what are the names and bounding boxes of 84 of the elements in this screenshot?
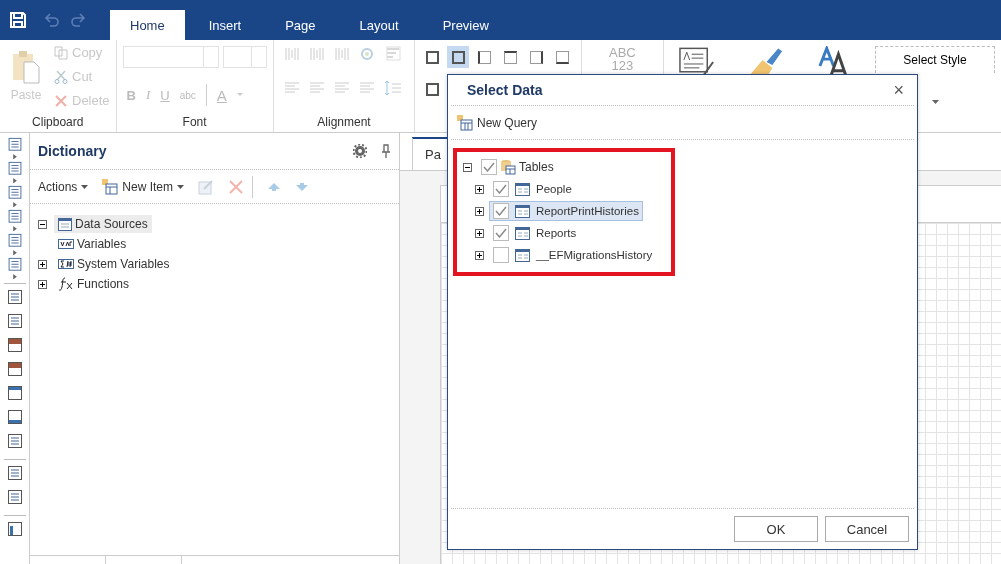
expander-icon[interactable] — [475, 250, 484, 260]
tree-item[interactable]: ReportPrintHistories — [489, 201, 643, 221]
expander-icon[interactable] — [475, 228, 484, 238]
component-icon[interactable] — [6, 489, 23, 505]
expander-icon[interactable] — [463, 162, 472, 172]
expand-arrow-icon[interactable] — [12, 201, 17, 207]
expander-icon[interactable] — [475, 206, 484, 216]
menu-tab[interactable]: Layout — [339, 10, 419, 40]
table-icon — [58, 217, 72, 231]
table-icon — [515, 204, 530, 218]
menu-tab[interactable]: Preview — [422, 10, 509, 40]
menu-tab[interactable]: Page — [265, 10, 336, 40]
component-icon[interactable] — [6, 313, 23, 329]
settings-icon[interactable] — [353, 144, 367, 158]
expand-arrow-icon[interactable] — [12, 153, 17, 159]
component-icon[interactable] — [6, 385, 23, 401]
new-query-button[interactable]: New Query — [457, 114, 538, 131]
component-icon[interactable] — [6, 337, 23, 353]
component-icon[interactable] — [6, 465, 23, 481]
tree-item[interactable]: System Variables — [54, 255, 174, 273]
scissors-icon — [54, 69, 68, 84]
table-icon — [102, 178, 119, 195]
tree-item[interactable]: Reports — [489, 223, 581, 243]
component-icon[interactable] — [6, 409, 23, 425]
panel-title: Dictionary — [38, 143, 108, 159]
actions-button[interactable]: Actions — [38, 179, 89, 194]
database-icon — [500, 159, 516, 175]
component-icon[interactable] — [6, 433, 23, 449]
checkbox[interactable] — [481, 159, 497, 175]
new-item-button[interactable]: New Item — [102, 178, 185, 195]
expand-arrow-icon[interactable] — [12, 177, 17, 183]
group-label: Alignment — [316, 115, 372, 131]
expand-arrow-icon[interactable] — [12, 225, 17, 231]
checkbox[interactable] — [493, 181, 509, 197]
table-icon — [515, 182, 530, 196]
table-icon — [515, 248, 530, 262]
menu-tab[interactable]: Insert — [188, 10, 262, 40]
group-label: Font — [181, 115, 208, 131]
close-button[interactable]: × — [893, 79, 904, 101]
dialog-title: Select Data — [467, 82, 544, 98]
pin-icon[interactable] — [381, 144, 391, 158]
component-icon[interactable] — [6, 209, 23, 224]
dialog-button[interactable]: OK — [734, 516, 818, 542]
checkbox[interactable] — [493, 203, 509, 219]
menu-tab[interactable]: Home — [110, 10, 185, 40]
caret-icon — [236, 93, 243, 97]
select-style-button[interactable]: Select Style — [875, 46, 995, 73]
table-icon — [515, 226, 530, 240]
query-icon — [457, 114, 473, 131]
checkbox[interactable] — [493, 225, 509, 241]
checkbox[interactable] — [493, 247, 509, 263]
tree-item[interactable]: Tables — [519, 160, 554, 174]
caret-icon[interactable] — [931, 100, 939, 104]
expander-icon[interactable] — [38, 259, 47, 269]
component-icon[interactable] — [6, 185, 23, 200]
border-button[interactable] — [447, 46, 470, 68]
clipboard-icon — [12, 50, 40, 84]
caret-icon — [81, 184, 89, 189]
tree-item[interactable]: Functions — [54, 275, 134, 293]
expander-icon[interactable] — [38, 279, 47, 289]
expander-icon[interactable] — [38, 219, 47, 229]
component-icon[interactable] — [6, 257, 23, 272]
component-icon[interactable] — [6, 233, 23, 248]
component-icon[interactable] — [6, 289, 23, 305]
tree-item[interactable]: Variables — [54, 235, 131, 253]
caret-icon — [177, 184, 185, 189]
expand-arrow-icon[interactable] — [12, 273, 17, 279]
expander-icon[interactable] — [475, 184, 484, 194]
function-icon — [58, 277, 74, 291]
dialog-button[interactable]: Cancel — [825, 516, 909, 542]
delete-icon — [54, 93, 68, 108]
tree-item[interactable]: Data Sources — [54, 215, 152, 233]
component-icon[interactable] — [6, 361, 23, 377]
component-icon[interactable] — [6, 137, 23, 152]
tree-item[interactable]: People — [489, 179, 576, 199]
system-variable-icon — [58, 259, 74, 269]
expand-arrow-icon[interactable] — [12, 249, 17, 255]
tree-item[interactable]: __EFMigrationsHistory — [489, 245, 657, 265]
component-icon[interactable] — [6, 521, 23, 537]
component-icon[interactable] — [6, 161, 23, 176]
variable-icon — [58, 239, 74, 249]
copy-icon — [54, 45, 68, 60]
save-icon[interactable] — [10, 12, 26, 28]
group-label: Clipboard — [31, 115, 85, 131]
